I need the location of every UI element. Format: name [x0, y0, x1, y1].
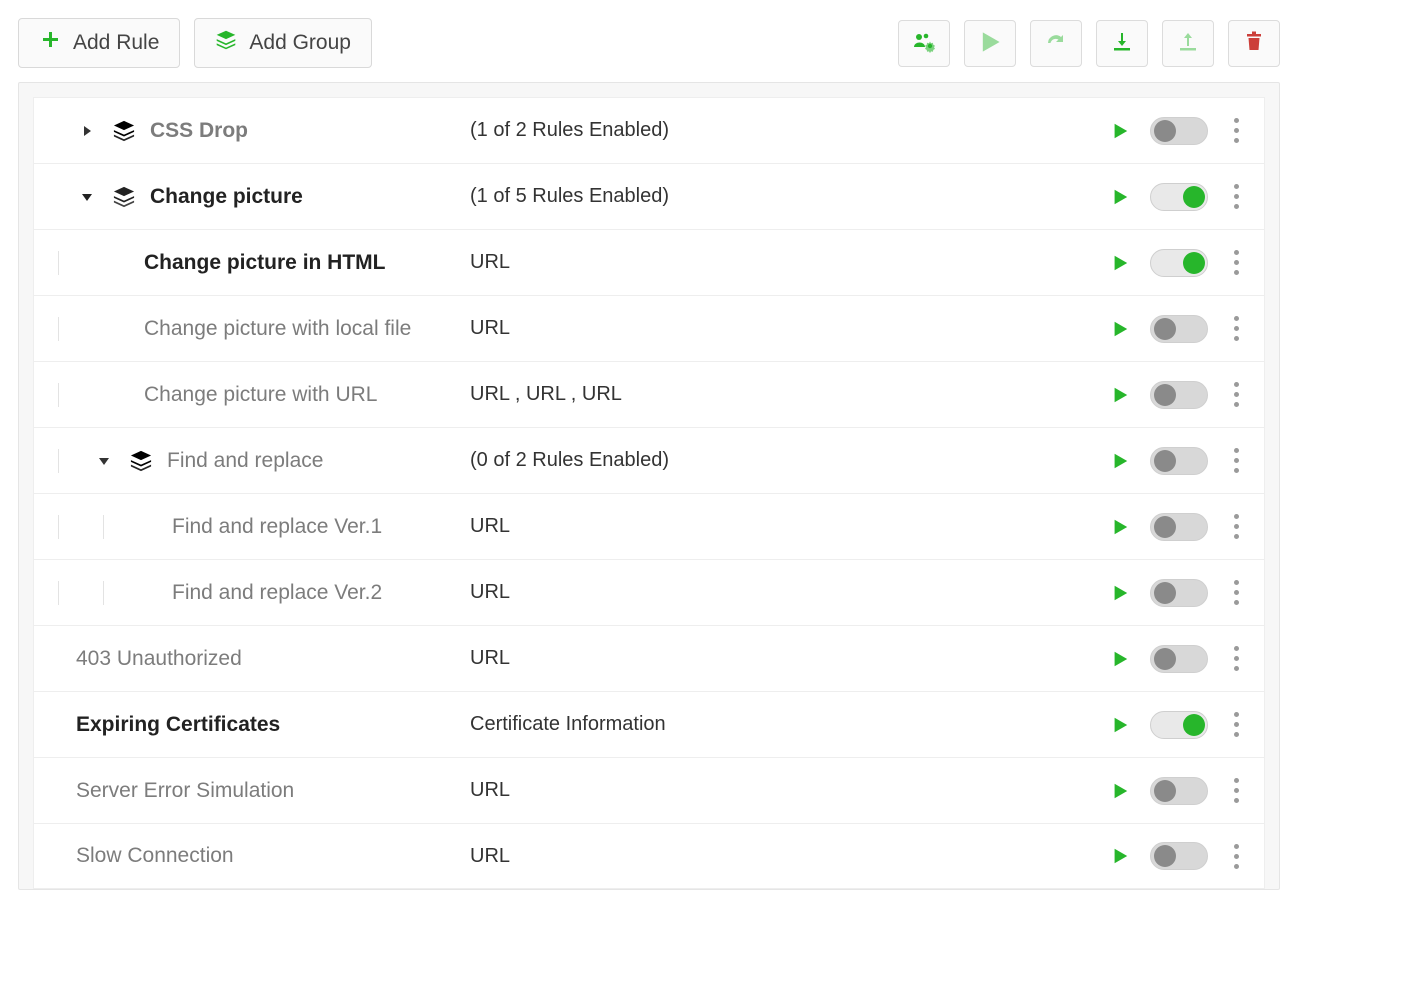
kebab-menu-icon[interactable] [1226, 184, 1246, 209]
delete-button[interactable] [1228, 20, 1280, 67]
kebab-menu-icon[interactable] [1226, 448, 1246, 473]
run-button[interactable] [1108, 844, 1132, 868]
run-button[interactable] [1108, 251, 1132, 275]
rule-info: URL [464, 647, 1108, 670]
enable-toggle[interactable] [1150, 447, 1208, 475]
upload-icon [1176, 30, 1200, 57]
enable-toggle[interactable] [1150, 513, 1208, 541]
rule-title: Change picture in HTML [144, 251, 386, 275]
group-row-css-drop[interactable]: CSS Drop (1 of 2 Rules Enabled) [33, 97, 1265, 163]
layers-icon [110, 186, 138, 208]
rule-title: Find and replace Ver.2 [172, 581, 382, 605]
rule-title: Find and replace Ver.1 [172, 515, 382, 539]
rule-title: Server Error Simulation [76, 779, 294, 803]
group-title: Find and replace [167, 449, 323, 473]
group-summary: (0 of 2 Rules Enabled) [464, 449, 1108, 472]
rule-title: Change picture with local file [144, 317, 411, 341]
download-icon [1110, 30, 1134, 57]
run-button[interactable] [1108, 317, 1132, 341]
kebab-menu-icon[interactable] [1226, 316, 1246, 341]
chevron-down-icon[interactable] [93, 455, 115, 467]
toolbar: Add Rule Add Group [18, 18, 1280, 68]
group-summary: (1 of 5 Rules Enabled) [464, 185, 1108, 208]
layers-plus-icon [215, 29, 237, 57]
play-icon [978, 30, 1002, 57]
rule-row-fr-v1[interactable]: Find and replace Ver.1 URL [33, 493, 1265, 559]
rule-row-fr-v2[interactable]: Find and replace Ver.2 URL [33, 559, 1265, 625]
trash-icon [1242, 30, 1266, 57]
add-group-label: Add Group [249, 31, 351, 55]
run-button[interactable] [1108, 647, 1132, 671]
rule-title: Change picture with URL [144, 383, 377, 407]
kebab-menu-icon[interactable] [1226, 844, 1246, 869]
rule-title: Slow Connection [76, 844, 234, 868]
group-row-change-picture[interactable]: Change picture (1 of 5 Rules Enabled) [33, 163, 1265, 229]
enable-toggle[interactable] [1150, 117, 1208, 145]
rule-info: URL [464, 317, 1108, 340]
rules-panel: CSS Drop (1 of 2 Rules Enabled) Change p… [18, 82, 1280, 890]
rule-row-server-error[interactable]: Server Error Simulation URL [33, 757, 1265, 823]
chevron-down-icon[interactable] [76, 191, 98, 203]
run-button[interactable] [1108, 581, 1132, 605]
rule-info: URL [464, 581, 1108, 604]
kebab-menu-icon[interactable] [1226, 382, 1246, 407]
run-button[interactable] [1108, 713, 1132, 737]
rule-info: URL [464, 515, 1108, 538]
layers-icon [127, 450, 155, 472]
run-button[interactable] [1108, 185, 1132, 209]
rule-row-expiring-certs[interactable]: Expiring Certificates Certificate Inform… [33, 691, 1265, 757]
enable-toggle[interactable] [1150, 249, 1208, 277]
rule-info: URL [464, 845, 1108, 868]
run-button[interactable] [1108, 449, 1132, 473]
add-rule-label: Add Rule [73, 31, 159, 55]
kebab-menu-icon[interactable] [1226, 250, 1246, 275]
add-group-button[interactable]: Add Group [194, 18, 372, 68]
enable-toggle[interactable] [1150, 183, 1208, 211]
run-button[interactable] [1108, 515, 1132, 539]
rule-info: URL [464, 251, 1108, 274]
rule-row-change-local[interactable]: Change picture with local file URL [33, 295, 1265, 361]
chevron-right-icon[interactable] [76, 125, 98, 137]
rule-info: URL , URL , URL [464, 383, 1108, 406]
group-summary: (1 of 2 Rules Enabled) [464, 119, 1108, 142]
plus-icon [39, 29, 61, 57]
users-cog-icon [912, 30, 936, 57]
group-title: CSS Drop [150, 119, 248, 143]
run-button[interactable] [1108, 383, 1132, 407]
enable-toggle[interactable] [1150, 777, 1208, 805]
run-button[interactable] [1108, 119, 1132, 143]
enable-toggle[interactable] [1150, 645, 1208, 673]
run-button[interactable] [1108, 779, 1132, 803]
redo-icon [1044, 30, 1068, 57]
rule-title: Expiring Certificates [76, 713, 280, 737]
group-row-find-replace[interactable]: Find and replace (0 of 2 Rules Enabled) [33, 427, 1265, 493]
enable-toggle[interactable] [1150, 579, 1208, 607]
rule-row-slow-connection[interactable]: Slow Connection URL [33, 823, 1265, 889]
rule-row-change-url[interactable]: Change picture with URL URL , URL , URL [33, 361, 1265, 427]
run-all-button[interactable] [964, 20, 1016, 67]
kebab-menu-icon[interactable] [1226, 118, 1246, 143]
kebab-menu-icon[interactable] [1226, 778, 1246, 803]
rule-row-change-html[interactable]: Change picture in HTML URL [33, 229, 1265, 295]
add-rule-button[interactable]: Add Rule [18, 18, 180, 68]
import-button[interactable] [1096, 20, 1148, 67]
layers-icon [110, 120, 138, 142]
rule-title: 403 Unauthorized [76, 647, 242, 671]
enable-toggle[interactable] [1150, 315, 1208, 343]
share-rules-button[interactable] [898, 20, 950, 67]
group-title: Change picture [150, 185, 303, 209]
rule-info: Certificate Information [464, 713, 1108, 736]
rule-info: URL [464, 779, 1108, 802]
kebab-menu-icon[interactable] [1226, 712, 1246, 737]
enable-toggle[interactable] [1150, 842, 1208, 870]
redo-button[interactable] [1030, 20, 1082, 67]
kebab-menu-icon[interactable] [1226, 646, 1246, 671]
enable-toggle[interactable] [1150, 381, 1208, 409]
kebab-menu-icon[interactable] [1226, 514, 1246, 539]
rule-row-403[interactable]: 403 Unauthorized URL [33, 625, 1265, 691]
enable-toggle[interactable] [1150, 711, 1208, 739]
export-button[interactable] [1162, 20, 1214, 67]
kebab-menu-icon[interactable] [1226, 580, 1246, 605]
